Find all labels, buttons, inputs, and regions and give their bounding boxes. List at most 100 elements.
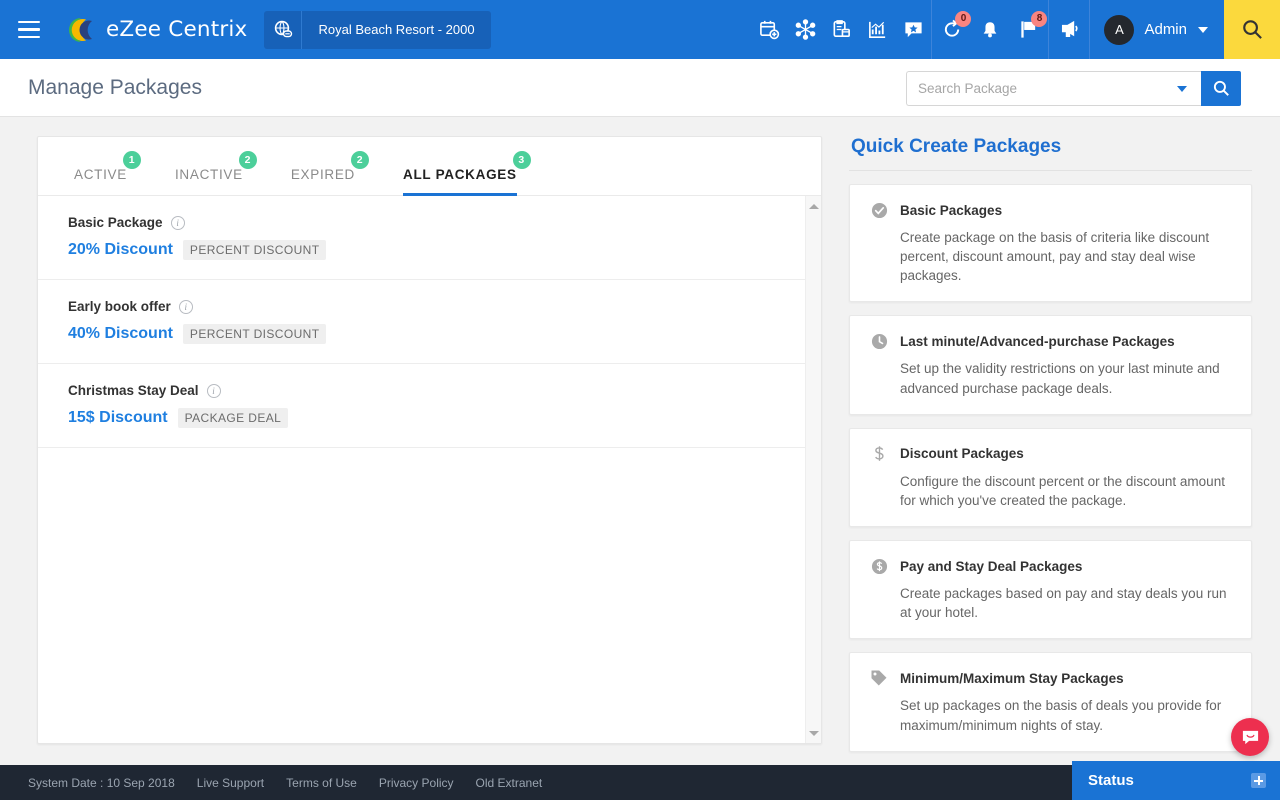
tab-label: EXPIRED	[290, 167, 356, 182]
global-search-button[interactable]	[1224, 0, 1280, 59]
flag-badge: 8	[1031, 11, 1048, 27]
system-date: System Date : 10 Sep 2018	[28, 775, 175, 790]
header-user-group: A Admin	[1089, 0, 1224, 59]
chat-widget-button[interactable]	[1231, 718, 1269, 756]
search-submit-button[interactable]	[1201, 71, 1241, 106]
tab-count-badge: 2	[351, 151, 370, 169]
quick-create-card-discount[interactable]: Discount Packages Configure the discount…	[849, 427, 1252, 528]
hamburger-icon[interactable]	[0, 0, 58, 59]
dollar-icon	[869, 444, 889, 464]
flag-icon[interactable]: 8	[1008, 0, 1048, 59]
card-description: Set up the validity restrictions on your…	[900, 361, 1220, 396]
footer-link-old-extranet[interactable]: Old Extranet	[476, 776, 543, 790]
globe-link-icon	[264, 10, 303, 49]
package-row[interactable]: Christmas Stay Deal i 15$ Discount PACKA…	[38, 364, 821, 448]
package-name: Basic Package	[68, 215, 163, 230]
chart-icon[interactable]	[859, 0, 895, 59]
package-row[interactable]: Basic Package i 20% Discount PERCENT DIS…	[38, 196, 821, 280]
expand-plus-icon[interactable]	[1251, 773, 1266, 788]
package-discount: 20% Discount	[68, 241, 173, 258]
calendar-add-icon[interactable]	[751, 0, 787, 59]
chat-bubble-icon	[1242, 730, 1258, 744]
packages-panel: ACTIVE 1 INACTIVE 2 EXPIRED 2 ALL PACKAG…	[37, 136, 822, 744]
tab-all-packages[interactable]: ALL PACKAGES 3	[403, 151, 531, 196]
chevron-down-icon	[1198, 26, 1208, 33]
footer-link-privacy-policy[interactable]: Privacy Policy	[379, 776, 454, 790]
tab-inactive[interactable]: INACTIVE 2	[174, 151, 257, 195]
bell-icon[interactable]	[972, 0, 1008, 59]
info-icon[interactable]: i	[178, 299, 193, 314]
package-name-line: Basic Package i	[68, 215, 821, 230]
header-module-icons	[751, 0, 931, 59]
card-title: Last minute/Advanced-purchase Packages	[900, 333, 1175, 349]
package-name-line: Early book offer i	[68, 299, 821, 314]
card-description: Set up packages on the basis of deals yo…	[900, 698, 1222, 733]
package-discount: 15$ Discount	[68, 409, 168, 426]
check-circle-icon	[869, 200, 889, 220]
tab-count-badge: 3	[512, 151, 531, 169]
status-panel[interactable]: Status	[1072, 761, 1280, 800]
quick-create-card-basic[interactable]: Basic Packages Create package on the bas…	[849, 184, 1252, 303]
footer-link-live-support[interactable]: Live Support	[197, 776, 264, 790]
megaphone-icon[interactable]	[1049, 0, 1089, 59]
tab-count-badge: 2	[238, 151, 257, 169]
quick-create-card-last-minute[interactable]: Last minute/Advanced-purchase Packages S…	[849, 315, 1252, 415]
package-row[interactable]: Early book offer i 40% Discount PERCENT …	[38, 280, 821, 364]
user-menu[interactable]: A Admin	[1090, 0, 1224, 59]
search-input[interactable]	[907, 81, 1157, 96]
tab-expired[interactable]: EXPIRED 2	[290, 151, 370, 195]
avatar: A	[1104, 14, 1135, 45]
package-tabs: ACTIVE 1 INACTIVE 2 EXPIRED 2 ALL PACKAG…	[38, 137, 821, 196]
package-name-line: Christmas Stay Deal i	[68, 383, 821, 398]
scroll-up-icon[interactable]	[806, 198, 821, 214]
package-type-tag: PERCENT DISCOUNT	[182, 324, 327, 344]
property-name: Royal Beach Resort - 2000	[318, 22, 475, 37]
quick-create-card-pay-stay[interactable]: Pay and Stay Deal Packages Create packag…	[849, 540, 1252, 640]
header-announce-group	[1048, 0, 1089, 59]
tab-count-badge: 1	[122, 151, 141, 169]
header-notification-icons: 0 8	[931, 0, 1048, 59]
sync-badge: 0	[955, 11, 972, 27]
ezee-logo-icon	[69, 17, 92, 42]
card-description: Configure the discount percent or the di…	[900, 473, 1225, 508]
user-name: Admin	[1144, 21, 1187, 38]
sync-history-icon[interactable]: 0	[932, 0, 972, 59]
brand-logo-link[interactable]: eZee Centrix	[67, 15, 247, 45]
package-meta-line: 40% Discount PERCENT DISCOUNT	[68, 324, 821, 344]
card-title: Pay and Stay Deal Packages	[900, 558, 1083, 574]
package-discount: 40% Discount	[68, 325, 173, 342]
quick-create-card-min-max-stay[interactable]: Minimum/Maximum Stay Packages Set up pac…	[849, 652, 1252, 752]
chevron-down-icon[interactable]	[1177, 85, 1187, 92]
package-list: Basic Package i 20% Discount PERCENT DIS…	[38, 196, 821, 743]
tag-icon	[869, 668, 889, 688]
status-label: Status	[1088, 772, 1134, 789]
info-icon[interactable]: i	[206, 383, 221, 398]
card-description: Create packages based on pay and stay de…	[900, 586, 1227, 621]
search-icon	[1242, 20, 1262, 39]
card-header: Pay and Stay Deal Packages	[869, 556, 1231, 576]
clock-icon	[869, 331, 889, 351]
tab-label: ACTIVE	[74, 167, 127, 182]
quick-create-title: Quick Create Packages	[849, 127, 1252, 171]
property-selector[interactable]: Royal Beach Resort - 2000	[264, 10, 491, 49]
quick-create-panel: Quick Create Packages Basic Packages Cre…	[849, 127, 1252, 752]
package-meta-line: 20% Discount PERCENT DISCOUNT	[68, 240, 821, 260]
search-field-wrapper	[906, 71, 1201, 106]
scroll-down-icon[interactable]	[806, 725, 821, 741]
star-message-icon[interactable]	[895, 0, 931, 59]
tab-active[interactable]: ACTIVE 1	[74, 151, 141, 195]
info-icon[interactable]: i	[170, 215, 185, 230]
package-type-tag: PERCENT DISCOUNT	[182, 240, 327, 260]
main-content: ACTIVE 1 INACTIVE 2 EXPIRED 2 ALL PACKAG…	[0, 117, 1280, 765]
card-title: Discount Packages	[900, 446, 1024, 462]
card-header: Minimum/Maximum Stay Packages	[869, 668, 1231, 688]
network-scissors-icon[interactable]	[787, 0, 823, 59]
clipboard-icon[interactable]	[823, 0, 859, 59]
tab-label: INACTIVE	[174, 167, 243, 182]
card-header: Last minute/Advanced-purchase Packages	[869, 331, 1231, 351]
package-type-tag: PACKAGE DEAL	[177, 408, 289, 428]
page-title-bar: Manage Packages	[0, 59, 1280, 117]
card-title: Basic Packages	[900, 202, 1003, 218]
package-list-scrollbar[interactable]	[805, 196, 821, 743]
footer-link-terms-of-use[interactable]: Terms of Use	[286, 776, 357, 790]
